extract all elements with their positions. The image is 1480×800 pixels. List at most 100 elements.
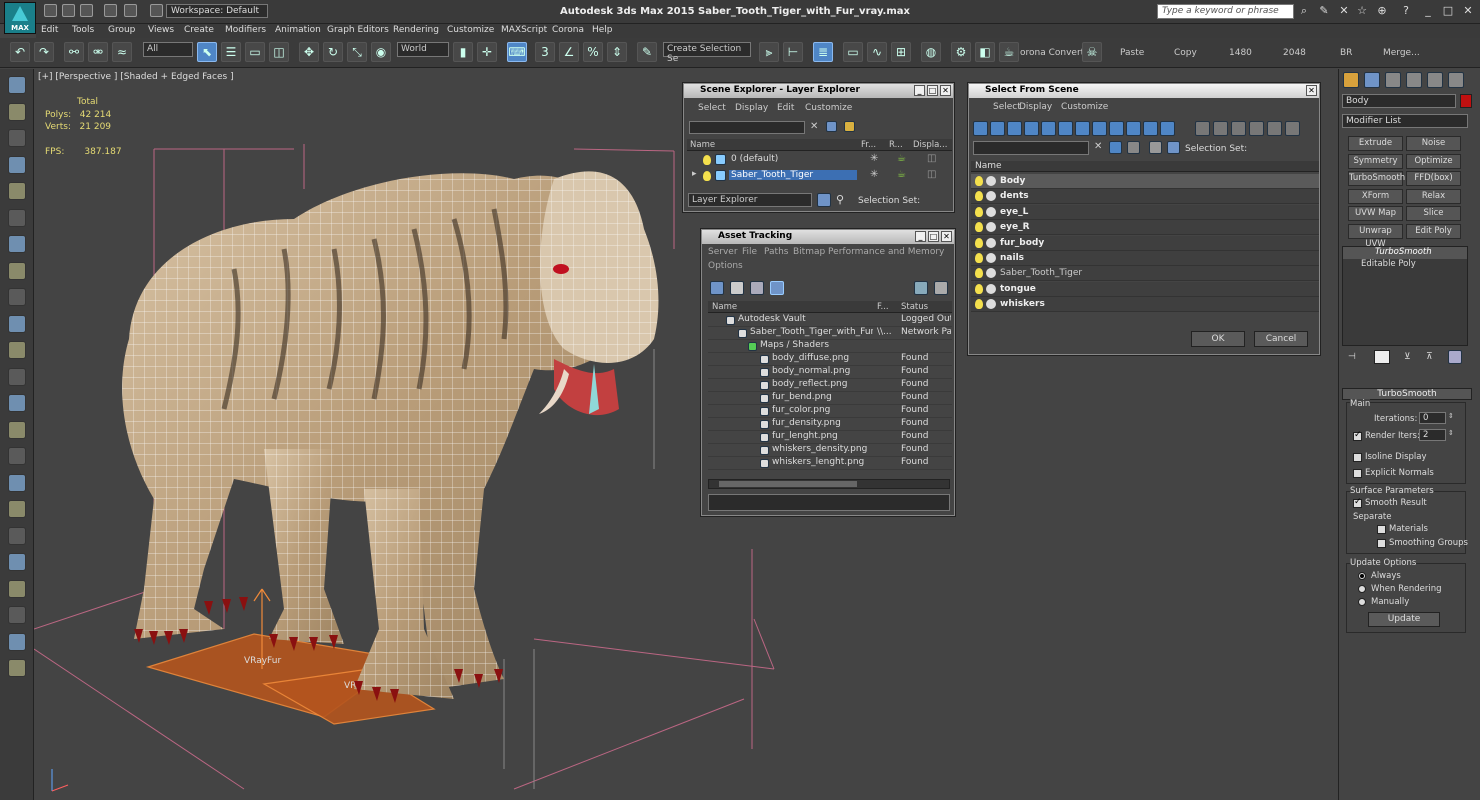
spinner-snap-icon[interactable]: ⇕ (607, 42, 627, 62)
menu-item-rendering[interactable]: Rendering (393, 25, 439, 35)
render-teapot-icon[interactable]: ☕ (897, 169, 906, 180)
select-manipulate-icon[interactable]: ✛ (477, 42, 497, 62)
help-icon[interactable]: ? (1400, 5, 1412, 17)
app-logo-button[interactable]: MAX (4, 2, 36, 34)
select-scene-menu-display[interactable]: Display (1019, 102, 1052, 112)
select-scene-selection-set[interactable]: Selection Set: (1185, 144, 1247, 154)
menu-item-customize[interactable]: Customize (447, 25, 494, 35)
asset-row[interactable]: whiskers_lenght.png Found (708, 457, 952, 470)
light-icon[interactable] (8, 182, 26, 200)
minimize-icon[interactable]: _ (914, 85, 925, 96)
asset-menu-server[interactable]: Server (708, 247, 738, 257)
search-icon[interactable]: ⌕ (1298, 5, 1310, 17)
layer-name[interactable]: 0 (default) (729, 154, 780, 164)
utilities-tab-icon[interactable] (1448, 72, 1464, 88)
select-from-scene-title[interactable]: Select From Scene ✕ (969, 84, 1319, 98)
find-icon[interactable] (1127, 141, 1140, 154)
display-filter-icon[interactable] (1213, 121, 1228, 136)
asset-path-field[interactable] (708, 494, 950, 511)
selection-filter-dropdown[interactable]: All (143, 42, 193, 57)
display-filter-icon[interactable] (990, 121, 1005, 136)
scene-explorer-menu-edit[interactable]: Edit (777, 103, 794, 113)
window-crossing-icon[interactable]: ◫ (269, 42, 289, 62)
paste-button[interactable]: Paste (1120, 48, 1144, 58)
list-view-icon[interactable] (730, 281, 744, 295)
keyboard-shortcut-override-icon[interactable]: ⌨ (507, 42, 527, 62)
close-icon[interactable]: ✕ (1306, 85, 1317, 96)
bind-space-warp-icon[interactable]: ≈ (112, 42, 132, 62)
asset-row[interactable]: fur_bend.png Found (708, 392, 952, 405)
hierarchy-tab-icon[interactable] (1385, 72, 1401, 88)
modifier-slice-button[interactable]: Slice (1406, 206, 1461, 222)
modify-tab-icon[interactable] (1364, 72, 1380, 88)
asset-row[interactable]: body_reflect.png Found (708, 379, 952, 392)
configure-modifier-sets-icon[interactable] (1448, 350, 1462, 364)
environment-icon[interactable] (8, 420, 26, 439)
reference-coordinate-dropdown[interactable]: World (397, 42, 449, 57)
mirror-icon[interactable]: ⫸ (759, 42, 779, 62)
update-button[interactable]: Update (1368, 612, 1440, 627)
scene-object-row[interactable]: eye_L (971, 204, 1319, 220)
asset-tracking-title[interactable]: Asset Tracking _ □ ✕ (702, 230, 954, 244)
asset-row[interactable]: body_diffuse.png Found (708, 353, 952, 366)
skull-icon[interactable]: ☠ (1082, 42, 1102, 62)
select-scene-menu-customize[interactable]: Customize (1061, 102, 1108, 112)
select-object-icon[interactable]: ⬉ (197, 42, 217, 62)
corona-convert-button[interactable]: orona Convert (1020, 48, 1084, 58)
save-file-icon[interactable] (80, 4, 93, 17)
refresh-icon[interactable] (710, 281, 724, 295)
view-icon[interactable] (8, 155, 26, 174)
compass-icon[interactable] (8, 606, 26, 624)
height-2048-button[interactable]: 2048 (1283, 48, 1306, 58)
material-editor-icon[interactable]: ◍ (921, 42, 941, 62)
modifier-ffd-box--button[interactable]: FFD(box) (1406, 171, 1461, 187)
light-bulb-icon[interactable] (975, 222, 983, 233)
display-filter-icon[interactable] (1160, 121, 1175, 136)
asset-row[interactable]: whiskers_density.png Found (708, 444, 952, 457)
scene-explorer-selection-set[interactable]: Selection Set: (858, 196, 920, 206)
render-icon[interactable] (8, 235, 26, 253)
menu-item-create[interactable]: Create (184, 25, 214, 35)
render-iters-checkbox[interactable]: ✓ (1353, 430, 1362, 441)
freeze-icon[interactable]: ✳ (870, 153, 878, 164)
settings-icon[interactable] (8, 632, 26, 651)
asset-menu-options[interactable]: Options (708, 261, 743, 271)
object-name-field[interactable]: Body (1342, 94, 1456, 108)
scene-object-row[interactable]: Saber_Tooth_Tiger (971, 266, 1319, 282)
menu-item-animation[interactable]: Animation (275, 25, 321, 35)
ribbon-icon[interactable]: ▭ (843, 42, 863, 62)
manually-radio[interactable] (1358, 598, 1366, 606)
project-folder-icon[interactable] (150, 4, 163, 17)
render-setup-icon[interactable]: ⚙ (951, 42, 971, 62)
layer-row[interactable]: Saber_Tooth_Tiger ✳ ☕ ◫ ▸ (687, 169, 952, 183)
stack-item-turbosmooth[interactable]: TurboSmooth (1343, 247, 1467, 259)
cancel-button[interactable]: Cancel (1254, 331, 1308, 347)
angle-snap-icon[interactable]: ∠ (559, 42, 579, 62)
scene-object-row[interactable]: Body (971, 174, 1319, 189)
scene-explorer-col-1[interactable]: Fr... (861, 140, 876, 150)
camera-icon[interactable] (8, 208, 26, 227)
motion-tab-icon[interactable] (1406, 72, 1422, 88)
pivot-center-icon[interactable]: ▮ (453, 42, 473, 62)
scene-object-row[interactable]: fur_body (971, 235, 1319, 251)
find-icon[interactable] (826, 121, 837, 132)
modifier-uvw-map-button[interactable]: UVW Map (1348, 206, 1403, 222)
search-input[interactable]: Type a keyword or phrase (1157, 4, 1294, 19)
render-teapot-icon[interactable]: ☕ (897, 153, 906, 164)
materials-checkbox[interactable] (1377, 525, 1386, 534)
undo-button[interactable]: ↶ (10, 42, 30, 62)
sun-light-icon[interactable] (8, 394, 26, 412)
asset-menu-file[interactable]: File (742, 247, 757, 257)
select-and-link-icon[interactable]: ⚯ (64, 42, 84, 62)
asset-col-2[interactable]: Status (901, 302, 928, 312)
display-filter-icon[interactable] (1249, 121, 1264, 136)
sort-layers-icon[interactable] (817, 193, 831, 207)
material-icon[interactable] (8, 102, 26, 121)
layers-icon[interactable] (1149, 141, 1162, 154)
display-tab-icon[interactable] (1427, 72, 1443, 88)
modifier-xform-button[interactable]: XForm (1348, 188, 1403, 204)
display-filter-icon[interactable] (1231, 121, 1246, 136)
smooth-result-checkbox[interactable]: ✓ (1353, 497, 1362, 508)
menu-item-corona[interactable]: Corona (552, 25, 584, 35)
explorer-type-dropdown[interactable]: Layer Explorer (688, 193, 812, 207)
